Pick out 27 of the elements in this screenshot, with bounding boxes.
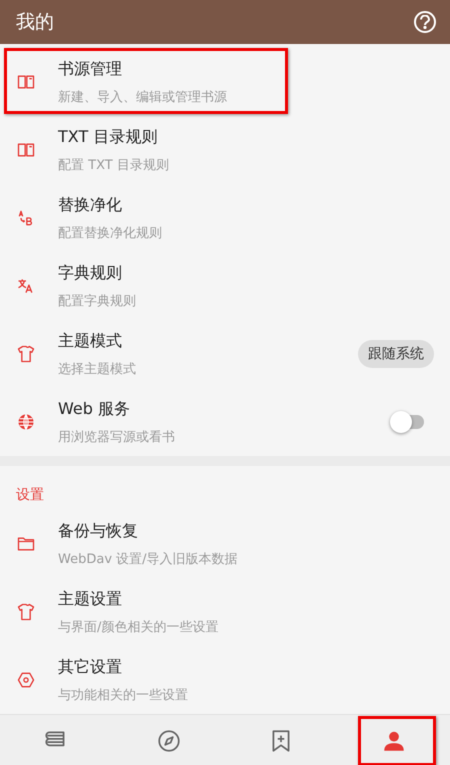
item-title[interactable]: 备份与恢复: [58, 520, 434, 542]
item-title[interactable]: 主题设置: [58, 588, 434, 610]
section-heading: 设置: [15, 486, 45, 505]
item-title[interactable]: 主题模式: [58, 330, 358, 352]
item-title[interactable]: 字典规则: [58, 262, 434, 284]
theme-mode-chip[interactable]: 跟随系统: [358, 340, 434, 368]
help-icon[interactable]: [414, 11, 436, 33]
item-title[interactable]: 其它设置: [58, 656, 434, 678]
page-title: 我的: [16, 10, 54, 35]
hexagon-icon: [16, 670, 36, 690]
item-title[interactable]: 书源管理: [58, 58, 434, 80]
compass-icon: [156, 728, 182, 754]
item-subtitle: 配置字典规则: [58, 292, 137, 310]
item-title[interactable]: 替换净化: [58, 194, 434, 216]
item-subtitle: 配置替换净化规则: [58, 224, 163, 242]
item-subtitle: 选择主题模式: [58, 360, 137, 378]
item-subtitle: 新建、导入、编辑或管理书源: [58, 88, 228, 106]
globe-icon: [16, 412, 36, 432]
item-subtitle: 用浏览器写源或看书: [58, 428, 176, 446]
item-title[interactable]: TXT 目录规则: [58, 126, 434, 148]
item-subtitle: 与功能相关的一些设置: [58, 686, 189, 704]
shirt-icon: [16, 602, 36, 622]
shirt-icon: [16, 344, 36, 364]
item-subtitle: 与界面/颜色相关的一些设置: [58, 618, 220, 636]
item-subtitle: 配置 TXT 目录规则: [58, 156, 170, 174]
item-title[interactable]: Web 服务: [58, 398, 394, 420]
item-subtitle: WebDav 设置/导入旧版本数据: [58, 550, 239, 568]
